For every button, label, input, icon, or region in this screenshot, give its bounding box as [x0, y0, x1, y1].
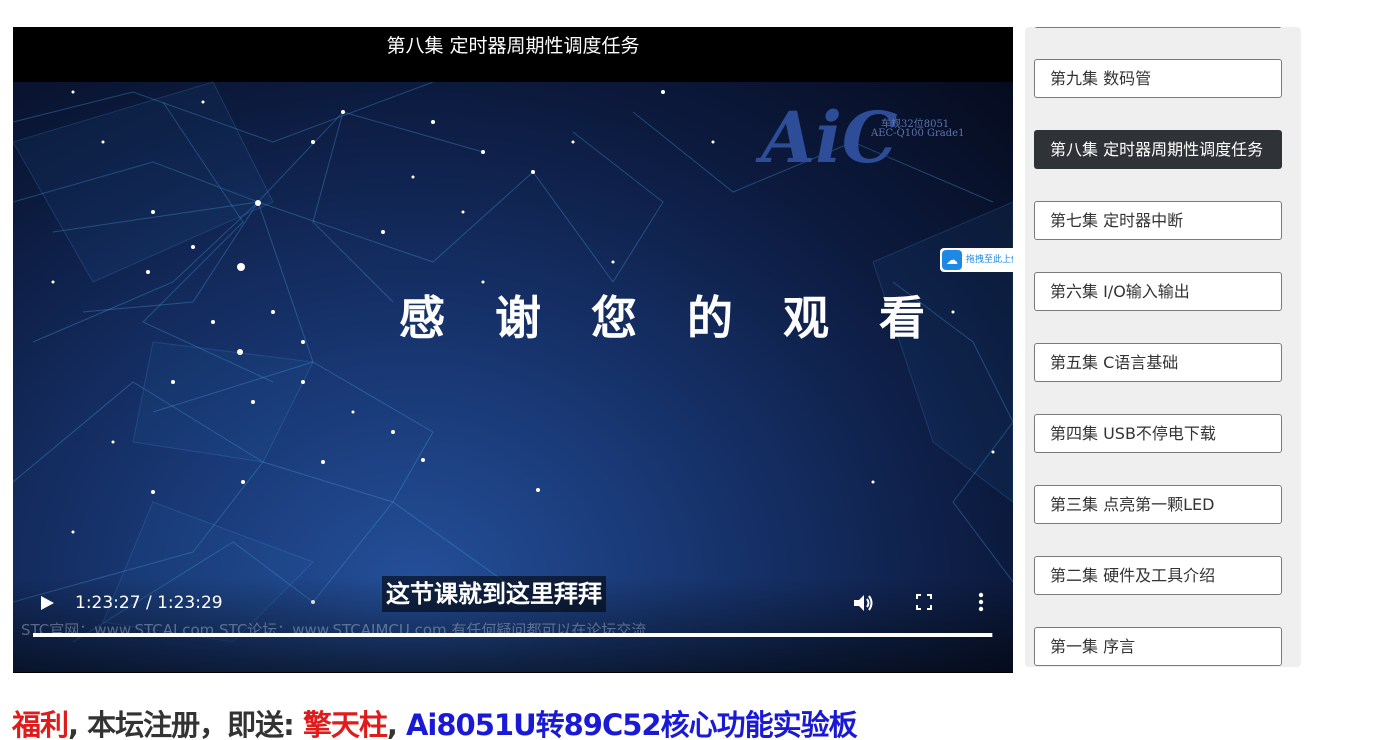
promo-separator: , [386, 708, 406, 740]
playlist-item[interactable]: 第五集 C语言基础 [1034, 343, 1282, 382]
video-subtitle: 这节课就到这里拜拜 [382, 576, 606, 612]
video-title: 第八集 定时器周期性调度任务 [386, 35, 640, 57]
promo-banner: 福利, 本坛注册，即送: 擎天柱, Ai8051U转89C52核心功能实验板 [12, 702, 858, 740]
page: 第八集 定时器周期性调度任务 AiC 车规32位8051 AEC-Q100 Gr… [0, 0, 1390, 740]
fullscreen-icon [916, 594, 932, 610]
video-player[interactable]: 第八集 定时器周期性调度任务 AiC 车规32位8051 AEC-Q100 Gr… [13, 27, 1013, 673]
play-button[interactable] [39, 594, 55, 617]
playlist-item[interactable]: 第六集 I/O输入输出 [1034, 272, 1282, 311]
play-icon [41, 596, 54, 610]
thanks-text: 感谢您的观看 [399, 291, 975, 345]
volume-button[interactable] [851, 591, 875, 619]
more-options-button[interactable] [977, 591, 985, 619]
fullscreen-button[interactable] [915, 593, 933, 615]
volume-icon [854, 595, 873, 611]
promo-qingtianzhu-link[interactable]: 擎天柱 [303, 708, 388, 740]
promo-welfare-link[interactable]: 福利 [12, 708, 69, 740]
playlist-item[interactable]: 第七集 定时器中断 [1034, 201, 1282, 240]
playlist-item[interactable]: 第一集 序言 [1034, 627, 1282, 666]
playlist-item[interactable] [1034, 27, 1282, 28]
progress-fill [33, 633, 992, 637]
promo-board-link[interactable]: Ai8051U转89C52核心功能实验板 [406, 708, 858, 740]
promo-text: , 本坛注册，即送: [68, 708, 303, 740]
time-display: 1:23:27 / 1:23:29 [75, 593, 223, 613]
more-vertical-icon [978, 592, 984, 612]
episode-playlist: 第九集 数码管 第八集 定时器周期性调度任务 第七集 定时器中断 第六集 I/O输入输… [1025, 27, 1301, 667]
logo-subtitle-2: AEC-Q100 Grade1 [871, 128, 965, 139]
cloud-icon: ☁ [942, 250, 962, 270]
cloud-badge-label: 拖拽至此上传 [966, 255, 1013, 265]
playlist-item[interactable]: 第九集 数码管 [1034, 59, 1282, 98]
playlist-item[interactable]: 第四集 USB不停电下载 [1034, 414, 1282, 453]
playlist-item[interactable]: 第八集 定时器周期性调度任务 [1034, 130, 1282, 169]
progress-bar[interactable] [33, 633, 993, 637]
cloud-upload-badge[interactable]: ☁ 拖拽至此上传 [940, 248, 1013, 272]
playlist-item[interactable]: 第三集 点亮第一颗LED [1034, 485, 1282, 524]
playlist-item[interactable]: 第二集 硬件及工具介绍 [1034, 556, 1282, 595]
